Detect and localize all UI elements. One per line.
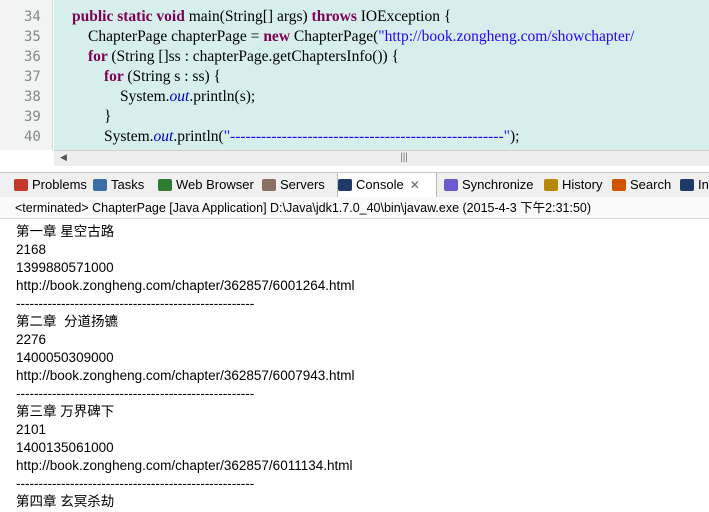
- tab-web-browser[interactable]: Web Browser: [158, 173, 258, 197]
- code-token: (String []ss : chapterPage.getChaptersIn…: [111, 48, 400, 65]
- console-line: 第二章 分道扬镳: [16, 314, 119, 329]
- code-token: ChapterPage(: [293, 28, 379, 45]
- code-token: );: [509, 128, 520, 145]
- scrollbar-grip-icon[interactable]: |||: [400, 152, 408, 163]
- code-keyword: throws: [311, 8, 361, 25]
- console-line: ----------------------------------------…: [16, 476, 255, 491]
- console-line: http://book.zongheng.com/chapter/362857/…: [16, 458, 353, 473]
- code-token: .println(: [173, 128, 224, 145]
- console-line: 1399880571000: [16, 260, 114, 275]
- history-icon: [544, 179, 558, 191]
- tab-label: Console: [356, 177, 404, 192]
- javadoc-icon: [680, 179, 694, 191]
- code-line[interactable]: }: [104, 107, 111, 127]
- console-line: 2168: [16, 242, 47, 257]
- line-number: 40: [24, 129, 41, 145]
- line-number: 37: [24, 69, 41, 85]
- code-token: .println(s);: [189, 88, 256, 105]
- code-line[interactable]: System.out.println("--------------------…: [104, 127, 519, 147]
- console-line: 1400135061000: [16, 440, 114, 455]
- code-token: main(String[] args): [188, 8, 312, 25]
- tab-label: Servers: [280, 177, 325, 192]
- code-keyword: for: [88, 48, 112, 65]
- code-editor[interactable]: 34 35 36 37 38 39 40 public static void main(S…: [0, 0, 709, 166]
- editor-horizontal-scrollbar[interactable]: ◀ |||: [54, 150, 709, 166]
- tab-label: Problems: [32, 177, 87, 192]
- code-area[interactable]: public static void main(String[] args) t…: [54, 0, 709, 150]
- tab-label: Web Browser: [176, 177, 254, 192]
- console-line: 第三章 万界碑下: [16, 404, 115, 419]
- tasks-icon: [93, 179, 107, 191]
- tab-problems[interactable]: Problems: [14, 173, 90, 197]
- console-line: 第一章 星空古路: [16, 224, 115, 239]
- console-line: http://book.zongheng.com/chapter/362857/…: [16, 368, 355, 383]
- tab-console[interactable]: Console ✕: [337, 173, 437, 198]
- tab-synchronize[interactable]: Synchronize: [444, 173, 540, 197]
- code-token: System.: [104, 128, 154, 145]
- console-line: 1400050309000: [16, 350, 114, 365]
- tab-label: In: [698, 177, 709, 192]
- globe-icon: [158, 179, 172, 191]
- code-line[interactable]: ChapterPage chapterPage = new ChapterPag…: [88, 27, 634, 47]
- tab-tasks[interactable]: Tasks: [93, 173, 155, 197]
- code-line[interactable]: System.out.println(s);: [120, 87, 255, 107]
- console-icon: [338, 179, 352, 191]
- code-token: }: [104, 108, 112, 125]
- line-number: 34: [24, 9, 41, 25]
- line-number: 39: [24, 109, 41, 125]
- code-string: "---------------------------------------…: [223, 128, 510, 145]
- console-output[interactable]: 第一章 星空古路 2168 1399880571000 http://book.zon…: [0, 219, 709, 512]
- console-line: 2101: [16, 422, 47, 437]
- console-line: http://book.zongheng.com/chapter/362857/…: [16, 278, 355, 293]
- synchronize-icon: [444, 179, 458, 191]
- console-line: 第四章 玄冥杀劫: [16, 494, 115, 509]
- code-line[interactable]: for (String s : ss) {: [104, 67, 221, 87]
- code-keyword: public static void: [72, 8, 189, 25]
- line-number: 36: [24, 49, 41, 65]
- code-line[interactable]: public static void main(String[] args) t…: [72, 7, 451, 27]
- tab-servers[interactable]: Servers: [262, 173, 334, 197]
- problems-icon: [14, 179, 28, 191]
- code-token: System.: [120, 88, 170, 105]
- code-keyword: for: [104, 68, 128, 85]
- console-status-line: <terminated> ChapterPage [Java Applicati…: [0, 197, 709, 219]
- tab-search[interactable]: Search: [612, 173, 676, 197]
- tab-label: Tasks: [111, 177, 145, 192]
- code-token: IOException {: [360, 8, 452, 25]
- code-token: (String s : ss) {: [127, 68, 221, 85]
- search-icon: [612, 179, 626, 191]
- code-string: "http://book.zongheng.com/showchapter/: [378, 28, 635, 45]
- servers-icon: [262, 179, 276, 191]
- tab-label: Search: [630, 177, 672, 192]
- console-line: ----------------------------------------…: [16, 386, 255, 401]
- code-field: out: [169, 88, 190, 105]
- code-keyword: new: [263, 28, 294, 45]
- line-number: 38: [24, 89, 41, 105]
- tab-label: Synchronize: [462, 177, 534, 192]
- view-tab-bar: Problems Tasks Web Browser Servers Console ✕ S…: [0, 172, 709, 198]
- line-number: 35: [24, 29, 41, 45]
- tab-label: History: [562, 177, 603, 192]
- code-token: ChapterPage chapterPage =: [88, 28, 264, 45]
- code-field: out: [153, 128, 174, 145]
- console-line: ----------------------------------------…: [16, 296, 255, 311]
- console-line: 2276: [16, 332, 47, 347]
- line-number-ruler: 34 35 36 37 38 39 40: [12, 0, 53, 150]
- code-line[interactable]: for (String []ss : chapterPage.getChapte…: [88, 47, 399, 67]
- scroll-left-arrow-icon[interactable]: ◀: [60, 153, 67, 163]
- tab-in[interactable]: In: [680, 173, 709, 197]
- close-icon[interactable]: ✕: [410, 178, 420, 192]
- tab-history[interactable]: History: [544, 173, 608, 197]
